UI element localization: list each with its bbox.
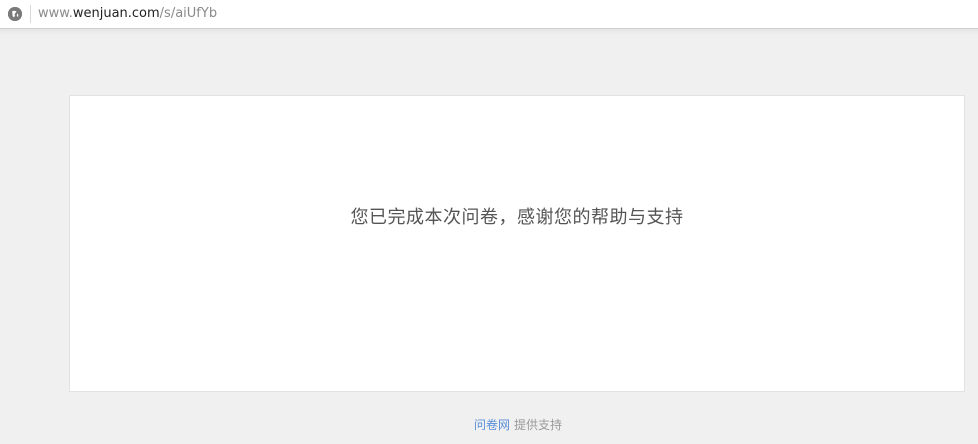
- completion-message: 您已完成本次问卷，感谢您的帮助与支持: [350, 207, 684, 228]
- footer: 问卷网 提供支持: [0, 417, 978, 433]
- toolbar-shadow: [0, 29, 978, 35]
- url-path: /s/aiUfYb: [159, 6, 218, 21]
- address-bar[interactable]: www.wenjuan.com/s/aiUfYb: [0, 0, 978, 29]
- completion-card: 您已完成本次问卷，感谢您的帮助与支持: [69, 95, 965, 392]
- site-info-icon[interactable]: [8, 7, 22, 21]
- support-text: 提供支持: [514, 418, 563, 432]
- wenjuan-brand-link[interactable]: 问卷网: [474, 418, 510, 432]
- url-prefix: www.: [38, 6, 73, 21]
- url-host: wenjuan.com: [72, 6, 160, 21]
- url-text[interactable]: www.wenjuan.com/s/aiUfYb: [38, 6, 217, 22]
- address-divider: [30, 5, 31, 23]
